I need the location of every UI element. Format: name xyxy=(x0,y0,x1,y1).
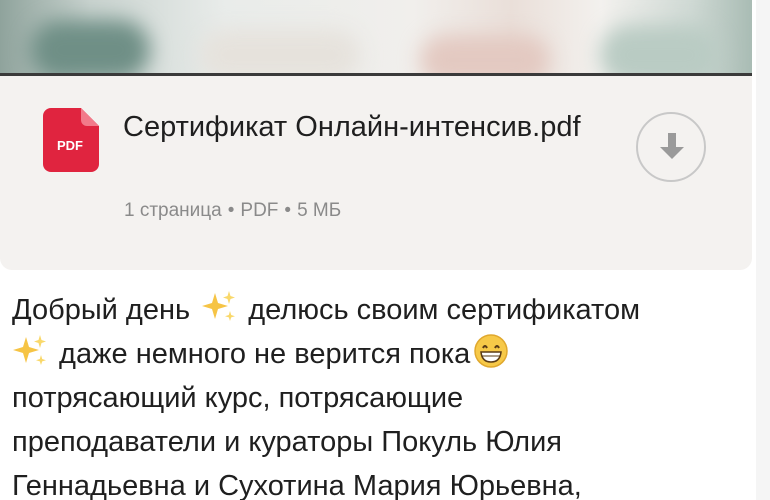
document-file-name[interactable]: Сертификат Онлайн-интенсив.pdf xyxy=(123,106,603,148)
message-line: Добрый день делюсь своим сертификатом xyxy=(12,288,732,332)
document-type: PDF xyxy=(240,200,279,221)
download-button[interactable] xyxy=(636,112,706,182)
meta-separator: • xyxy=(284,200,292,221)
chat-view: PDF Сертификат Онлайн-интенсив.pdf 1 стр… xyxy=(0,0,770,500)
sparkles-emoji xyxy=(202,291,236,321)
message-line: потрясающий курс, потрясающие xyxy=(12,382,464,414)
sparkles-emoji xyxy=(13,335,46,365)
grinning-face-emoji xyxy=(474,334,509,368)
message-line: преподаватели и кураторы Покуль Юлия xyxy=(12,426,563,458)
message-line: даже немного не верится пока xyxy=(12,332,732,376)
document-attachment[interactable]: PDF Сертификат Онлайн-интенсив.pdf 1 стр… xyxy=(0,76,752,270)
document-size: 5 МБ xyxy=(297,200,342,221)
document-pages: 1 страница xyxy=(124,200,222,221)
document-meta: 1 страница • PDF • 5 МБ xyxy=(124,200,341,222)
message-text: Добрый день делюсь своим сертификатом да… xyxy=(12,288,732,500)
pdf-file-icon: PDF xyxy=(43,108,99,172)
pdf-badge-label: PDF xyxy=(57,138,83,153)
scrollbar-track[interactable] xyxy=(756,0,770,500)
download-arrow-icon xyxy=(660,133,684,159)
meta-separator: • xyxy=(227,200,235,221)
message-line: Геннадьевна и Сухотина Мария Юрьевна, xyxy=(12,470,582,500)
image-preview[interactable] xyxy=(0,0,752,74)
